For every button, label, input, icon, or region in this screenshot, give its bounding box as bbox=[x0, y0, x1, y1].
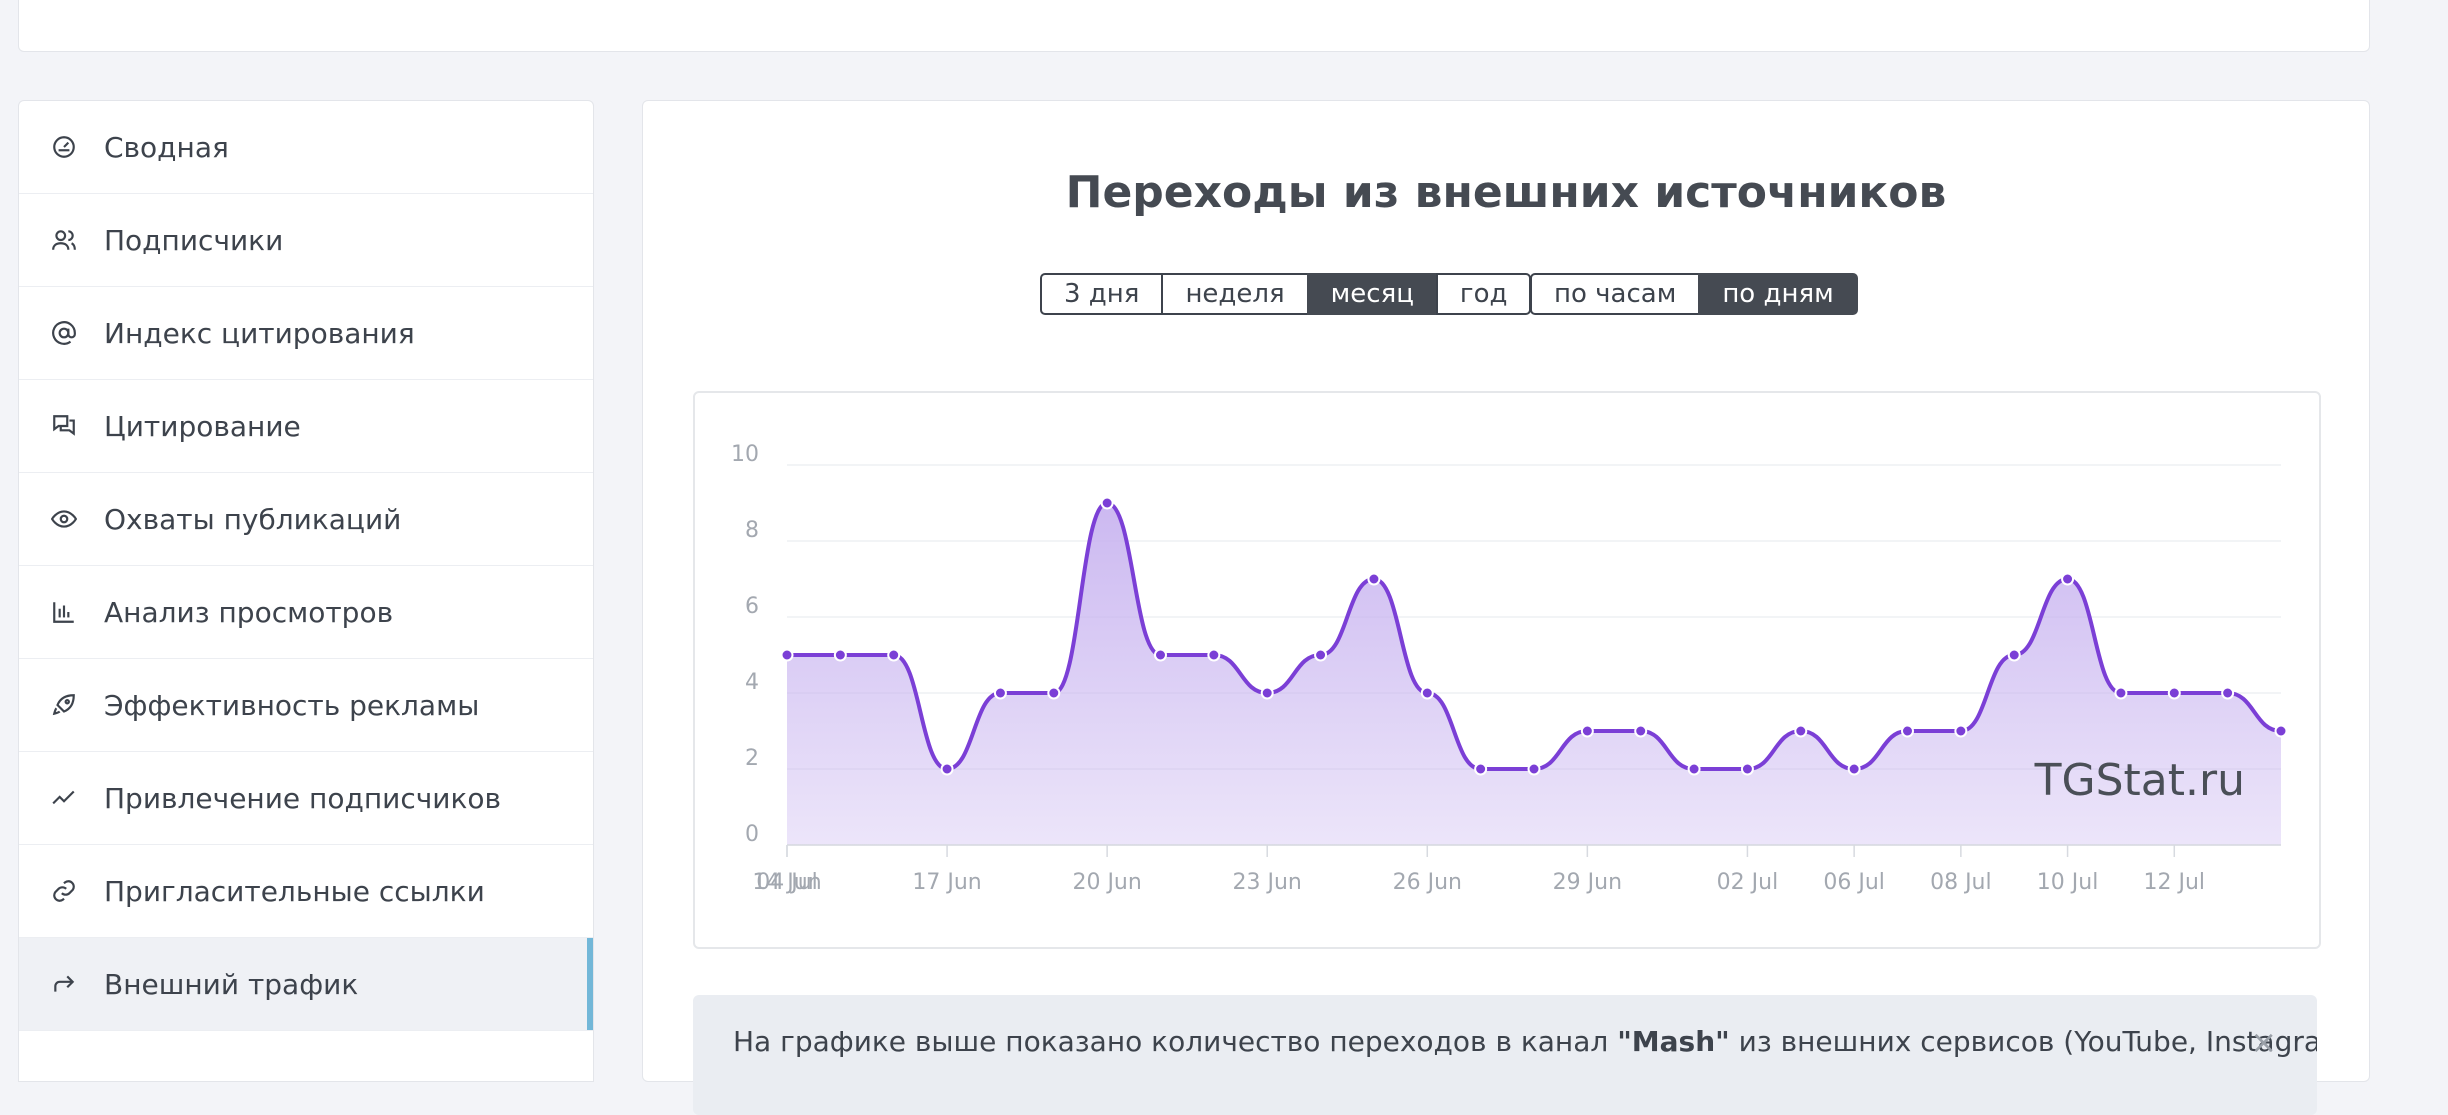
sidebar-item-at-sign[interactable]: Индекс цитирования bbox=[19, 287, 593, 380]
data-point bbox=[1527, 762, 1541, 776]
period-button-3[interactable]: год bbox=[1435, 273, 1532, 315]
bar-chart-icon bbox=[51, 599, 77, 625]
data-point bbox=[1367, 572, 1381, 586]
notice-channel-name: "Mash" bbox=[1617, 1025, 1730, 1058]
data-point bbox=[1047, 686, 1061, 700]
dashboard-icon bbox=[51, 134, 77, 160]
eye-icon bbox=[51, 506, 77, 532]
data-point bbox=[1314, 648, 1328, 662]
x-tick-label: 23 Jun bbox=[1233, 870, 1302, 895]
sidebar-item-link[interactable]: Пригласительные ссылки bbox=[19, 845, 593, 938]
data-point bbox=[993, 686, 1007, 700]
granularity-button-1[interactable]: по дням bbox=[1698, 273, 1858, 315]
data-point bbox=[1794, 724, 1808, 738]
period-button-1[interactable]: неделя bbox=[1161, 273, 1309, 315]
data-point bbox=[1901, 724, 1914, 738]
y-tick-label: 6 bbox=[745, 594, 759, 619]
granularity-button-group: по часам по дням bbox=[1530, 273, 1858, 315]
x-tick-label: 29 Jun bbox=[1553, 870, 1622, 895]
x-tick-label: 26 Jun bbox=[1393, 870, 1462, 895]
watermark-label: TGStat.ru bbox=[2034, 755, 2245, 806]
x-tick-label: 08 Jul bbox=[1930, 870, 1992, 895]
x-tick-label: 20 Jun bbox=[1072, 870, 1141, 895]
x-tick-label: 10 Jul bbox=[2037, 870, 2099, 895]
users-icon bbox=[51, 227, 77, 253]
data-point bbox=[1154, 648, 1167, 662]
sidebar-item-users[interactable]: Подписчики bbox=[19, 194, 593, 287]
data-point bbox=[2114, 686, 2128, 700]
share-arrow-icon bbox=[51, 971, 77, 997]
sidebar-item-label: Эффективность рекламы bbox=[104, 688, 480, 722]
granularity-button-0[interactable]: по часам bbox=[1530, 273, 1701, 315]
sidebar-item-rocket[interactable]: Эффективность рекламы bbox=[19, 659, 593, 752]
data-point bbox=[1847, 762, 1861, 776]
y-tick-label: 8 bbox=[745, 518, 759, 543]
sidebar-item-bar-chart[interactable]: Анализ просмотров bbox=[19, 566, 593, 659]
info-notice: На графике выше показано количество пере… bbox=[693, 995, 2317, 1115]
notice-text-before: На графике выше показано количество пере… bbox=[733, 1025, 1618, 1058]
sidebar-item-label: Пригласительные ссылки bbox=[104, 874, 485, 908]
data-point bbox=[1740, 762, 1754, 776]
x-tick-label: 06 Jul bbox=[1823, 870, 1885, 895]
sidebar-item-eye[interactable]: Охваты публикаций bbox=[19, 473, 593, 566]
data-point bbox=[2061, 572, 2075, 586]
trend-line-icon bbox=[51, 785, 77, 811]
data-point bbox=[1260, 686, 1274, 700]
data-point bbox=[1474, 762, 1488, 776]
data-point bbox=[887, 648, 901, 662]
x-tick-label: 12 Jul bbox=[2144, 870, 2206, 895]
chart-card: 0 2 4 6 8 10 14 Jun 17 Jun 20 Jun 23 Jun 26 Jun 29 … bbox=[693, 391, 2321, 949]
sidebar-item-share-arrow[interactable]: Внешний трафик bbox=[19, 938, 593, 1031]
main-panel: Переходы из внешних источников 3 дня неде… bbox=[642, 100, 2370, 1115]
data-point bbox=[2167, 686, 2181, 700]
top-header-panel bbox=[18, 0, 2370, 52]
x-tick-label: 02 Jul bbox=[1717, 870, 1779, 895]
data-point bbox=[2221, 686, 2235, 700]
page-title: Переходы из внешних источников bbox=[1065, 167, 1947, 218]
sidebar-item-label: Индекс цитирования bbox=[104, 316, 415, 350]
sidebar-item-trend-line[interactable]: Привлечение подписчиков bbox=[19, 752, 593, 845]
sidebar-item-label: Охваты публикаций bbox=[104, 502, 402, 536]
data-point bbox=[780, 648, 794, 662]
data-point bbox=[833, 648, 847, 662]
data-point bbox=[1100, 496, 1114, 510]
sidebar-item-label: Внешний трафик bbox=[104, 967, 359, 1001]
period-button-0[interactable]: 3 дня bbox=[1040, 273, 1164, 315]
data-point bbox=[1207, 648, 1221, 662]
data-point bbox=[2274, 724, 2288, 738]
notice-text: На графике выше показано количество пере… bbox=[733, 1025, 2317, 1058]
sidebar-item-label: Сводная bbox=[104, 130, 229, 164]
y-tick-label: 2 bbox=[745, 746, 759, 771]
data-point bbox=[1634, 724, 1648, 738]
chat-bubbles-icon bbox=[51, 413, 77, 439]
period-button-2[interactable]: месяц bbox=[1306, 273, 1438, 315]
data-point bbox=[1580, 724, 1594, 738]
sidebar-item-label: Подписчики bbox=[104, 223, 284, 257]
y-tick-label: 0 bbox=[745, 822, 759, 847]
sidebar-item-chat-bubbles[interactable]: Цитирование bbox=[19, 380, 593, 473]
data-point bbox=[1420, 686, 1434, 700]
x-tick-label: 04 Jul bbox=[756, 870, 818, 895]
data-point bbox=[2007, 648, 2021, 662]
sidebar-item-label: Цитирование bbox=[104, 409, 301, 443]
sidebar-nav: Сводная Подписчики Индекс цитирования Цитир… bbox=[18, 100, 594, 1082]
data-point bbox=[940, 762, 954, 776]
data-point bbox=[1954, 724, 1968, 738]
y-tick-label: 4 bbox=[745, 670, 759, 695]
period-button-group: 3 дня неделя месяц год bbox=[1040, 273, 1532, 315]
at-sign-icon bbox=[51, 320, 77, 346]
sidebar-item-label: Анализ просмотров bbox=[104, 595, 394, 629]
link-icon bbox=[51, 878, 77, 904]
rocket-icon bbox=[51, 692, 77, 718]
traffic-area-chart: 024681014 Jun 17 Jun 20 Jun 23 Jun 26 Jun 29 … bbox=[731, 442, 2288, 895]
x-tick-label: 17 Jun bbox=[912, 870, 981, 895]
data-point bbox=[1687, 762, 1701, 776]
notice-text-after: из внешних сервисов (YouTube, Instagram, bbox=[1729, 1025, 2317, 1058]
sidebar-item-label: Привлечение подписчиков bbox=[104, 781, 502, 815]
sidebar-item-dashboard[interactable]: Сводная bbox=[19, 101, 593, 194]
close-icon[interactable]: × bbox=[2250, 1023, 2277, 1061]
y-tick-label: 10 bbox=[731, 442, 759, 467]
